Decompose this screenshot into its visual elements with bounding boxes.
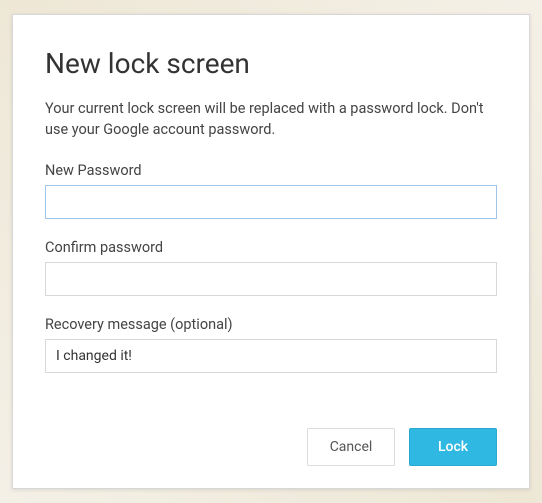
dialog-title: New lock screen	[45, 47, 497, 80]
cancel-button[interactable]: Cancel	[307, 428, 395, 466]
new-password-input[interactable]	[45, 185, 497, 219]
recovery-message-field-group: Recovery message (optional)	[45, 316, 497, 373]
recovery-message-label: Recovery message (optional)	[45, 316, 497, 333]
dialog-description: Your current lock screen will be replace…	[45, 98, 497, 140]
confirm-password-field-group: Confirm password	[45, 239, 497, 296]
confirm-password-label: Confirm password	[45, 239, 497, 256]
new-lock-screen-dialog: New lock screen Your current lock screen…	[12, 14, 530, 489]
recovery-message-input[interactable]	[45, 339, 497, 373]
lock-button[interactable]: Lock	[409, 428, 497, 466]
new-password-label: New Password	[45, 162, 497, 179]
new-password-field-group: New Password	[45, 162, 497, 219]
confirm-password-input[interactable]	[45, 262, 497, 296]
dialog-actions: Cancel Lock	[45, 418, 497, 466]
